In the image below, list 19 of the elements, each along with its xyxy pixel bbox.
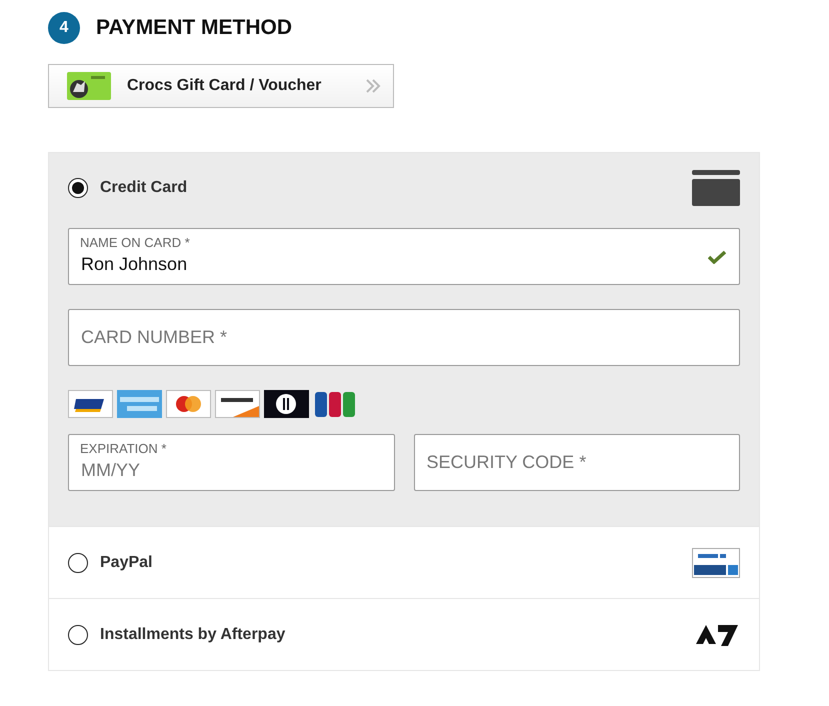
- mastercard-logo-icon: [166, 390, 211, 418]
- input-field[interactable]: SECURITY CODE *: [414, 434, 740, 491]
- input-field[interactable]: CARD NUMBER *: [68, 309, 740, 366]
- double-chevron-icon: [365, 79, 381, 93]
- jcb-logo-icon: [313, 390, 358, 418]
- radio-button[interactable]: [68, 178, 88, 198]
- method-label: Credit Card: [100, 178, 188, 198]
- credit-card-icon: [692, 170, 740, 206]
- method-label: PayPal: [100, 552, 154, 572]
- radio-button[interactable]: [68, 552, 88, 572]
- step-number: 4: [48, 12, 80, 44]
- method-label: Installments by Afterpay: [100, 624, 286, 644]
- section-title: PAYMENT METHOD: [96, 15, 292, 41]
- radio-button[interactable]: [68, 624, 88, 644]
- diners-club-logo-icon: [264, 390, 309, 418]
- field-label: EXPIRATION *: [80, 442, 166, 456]
- field-label: NAME ON CARD *: [80, 236, 190, 250]
- gift-card-button[interactable]: Crocs Gift Card / Voucher: [48, 64, 394, 108]
- gift-card-icon: [67, 72, 111, 100]
